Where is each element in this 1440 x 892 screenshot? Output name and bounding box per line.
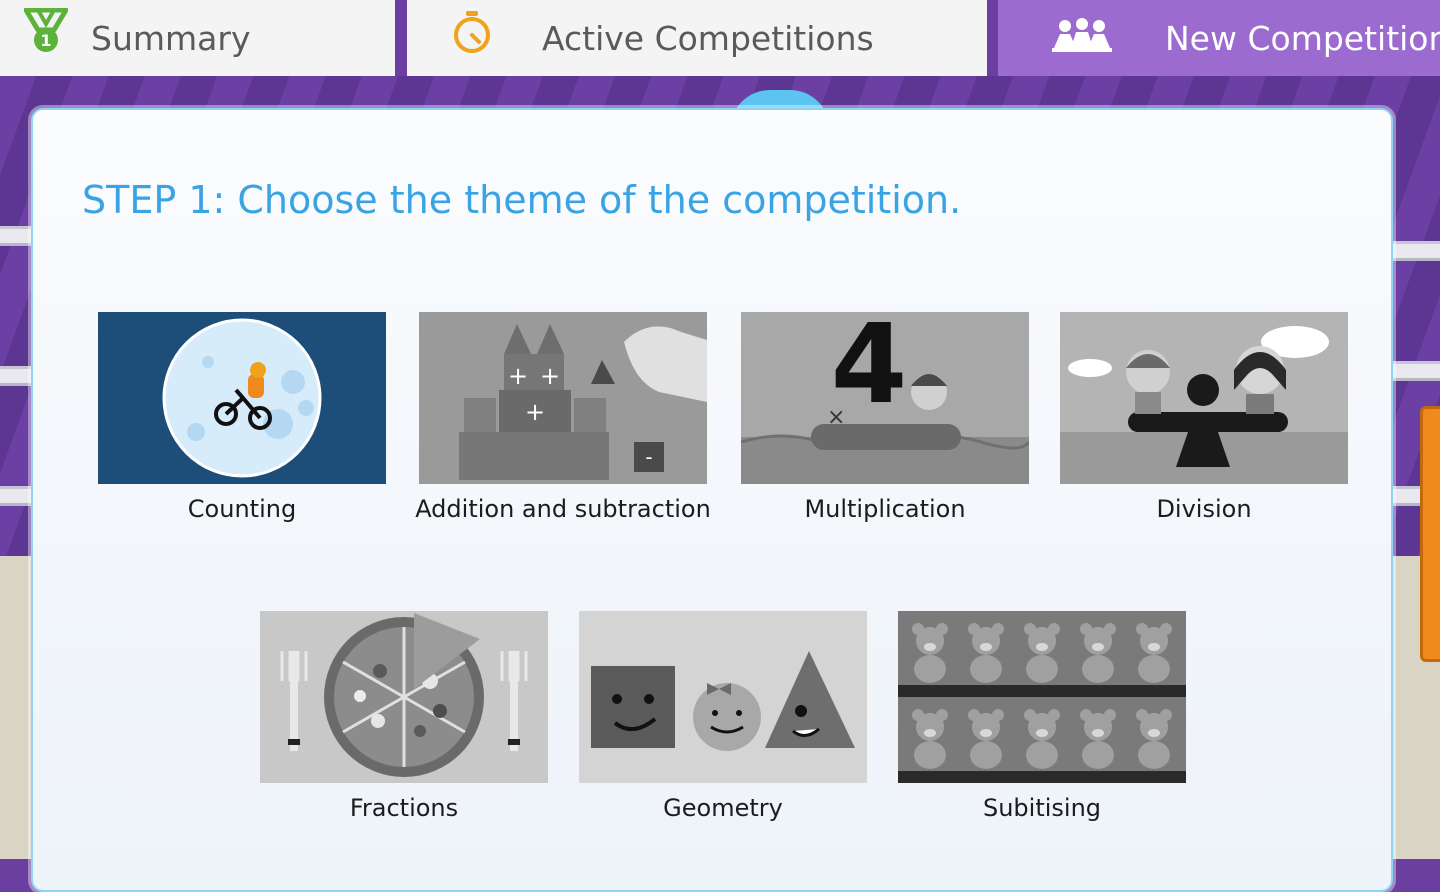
theme-card-division[interactable]: Division — [1060, 312, 1348, 523]
group-people-icon — [1052, 18, 1112, 52]
theme-label: Addition and subtraction — [415, 495, 711, 523]
tab-new-label: New Competition — [1165, 18, 1440, 58]
theme-card-addition-subtraction[interactable]: - + + + Addition and subtraction — [415, 312, 711, 523]
theme-label: Fractions — [349, 794, 459, 822]
svg-text:+: + — [540, 362, 560, 390]
theme-label: Subitising — [982, 794, 1102, 822]
tab-new-competition[interactable]: New Competition — [998, 0, 1440, 76]
tab-bar: 1 Summary Active Competitions New Compet… — [0, 0, 1440, 76]
theme-card-multiplication[interactable]: 4 × Multiplication — [741, 312, 1029, 523]
svg-text:×: × — [827, 405, 845, 430]
svg-text:-: - — [645, 445, 652, 469]
svg-text:+: + — [508, 362, 528, 390]
stopwatch-icon — [454, 11, 490, 53]
shapes-icon — [579, 611, 867, 783]
side-handle[interactable] — [1420, 406, 1440, 662]
step-title: STEP 1: Choose the theme of the competit… — [82, 178, 962, 222]
tab-active-label: Active Competitions — [542, 18, 874, 58]
medal-icon: 1 — [24, 8, 68, 52]
rail-right-1 — [1385, 241, 1440, 261]
tab-active-competitions[interactable]: Active Competitions — [407, 0, 987, 76]
blocks-castle-icon: - + + + — [419, 312, 707, 484]
tab-summary-label: Summary — [91, 18, 251, 58]
theme-card-counting[interactable]: Counting — [98, 312, 386, 523]
rail-right-2 — [1385, 361, 1440, 381]
number-four-icon: 4 × — [741, 312, 1029, 484]
theme-label: Multiplication — [804, 495, 966, 523]
theme-label: Division — [1156, 495, 1252, 523]
seesaw-icon — [1060, 312, 1348, 484]
moon-bike-icon — [98, 312, 386, 484]
teddy-bears-icon — [898, 611, 1186, 783]
theme-card-subitising[interactable]: Subitising — [898, 611, 1186, 822]
tab-summary[interactable]: 1 Summary — [0, 0, 395, 76]
svg-text:1: 1 — [40, 31, 51, 50]
theme-card-geometry[interactable]: Geometry — [579, 611, 867, 822]
theme-label: Geometry — [663, 794, 783, 822]
theme-label: Counting — [187, 495, 297, 523]
svg-text:+: + — [525, 398, 545, 426]
pizza-icon — [260, 611, 548, 783]
theme-card-fractions[interactable]: Fractions — [260, 611, 548, 822]
